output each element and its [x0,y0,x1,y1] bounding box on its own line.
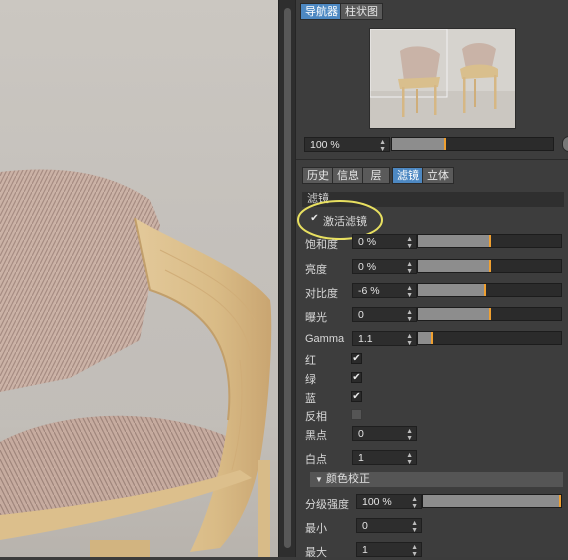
param-label: 饱和度 [305,239,338,251]
stepper-icon[interactable]: ▲ ▼ [406,284,413,299]
strength-slider-marker [559,495,561,507]
chair-render [0,169,278,557]
param-slider-fill [418,284,485,296]
param-slider-fill [418,235,490,247]
param-slider-marker [431,332,433,344]
channel-checkbox[interactable]: ✔ [351,372,362,383]
strength-slider-fill [423,495,559,507]
min-label: 最小 [305,523,327,535]
checkmark-icon: ✔ [352,353,361,364]
stepper-icon[interactable]: ▲ ▼ [411,519,418,534]
channel-checkbox[interactable] [351,409,362,420]
black-point-input[interactable]: 0 ▲ ▼ [352,426,417,442]
stepper-icon[interactable]: ▲ ▼ [411,495,418,510]
param-slider-marker [489,308,491,320]
right-panel: 导航器 柱状图 100 % ▲ ▼ 历史 信息 层 滤镜 立体 滤镜 ✔ 激活滤… [296,0,568,559]
tab-info[interactable]: 信息 [332,167,364,184]
channel-label: 绿 [305,374,316,386]
param-input[interactable]: 0 % ▲ ▼ [352,259,417,275]
param-value: -6 % [358,285,380,297]
stepper-icon[interactable]: ▲ ▼ [411,543,418,558]
tab-layers[interactable]: 层 [362,167,390,184]
param-input[interactable]: 1.1 ▲ ▼ [352,331,417,347]
param-value: 0 % [358,261,377,273]
render-viewport[interactable] [0,0,278,557]
max-label: 最大 [305,547,327,559]
black-point-value: 0 [358,428,364,440]
param-slider-fill [418,332,432,344]
zoom-slider-fill [392,138,444,150]
strength-input[interactable]: 100 % ▲ ▼ [356,494,422,510]
black-point-label: 黑点 [305,430,327,442]
zoom-input[interactable]: 100 % ▲ ▼ [304,137,390,153]
param-slider[interactable] [417,259,562,273]
max-value: 1 [362,544,368,556]
param-slider-marker [489,260,491,272]
divider-line [296,159,568,160]
strength-slider[interactable] [422,494,562,508]
strength-value: 100 % [362,496,392,508]
channel-label: 红 [305,355,316,367]
checkmark-icon: ✔ [352,372,361,383]
stepper-icon[interactable]: ▲ ▼ [406,308,413,323]
param-input[interactable]: -6 % ▲ ▼ [352,283,417,299]
checkmark-icon: ✔ [352,391,361,402]
channel-label: 反相 [305,411,327,423]
zoom-slider[interactable] [391,137,554,151]
zoom-options-button[interactable] [562,136,568,152]
white-point-input[interactable]: 1 ▲ ▼ [352,450,417,466]
max-input[interactable]: 1 ▲ ▼ [356,542,422,558]
param-slider-marker [484,284,486,296]
min-input[interactable]: 0 ▲ ▼ [356,518,422,534]
param-value: 0 % [358,236,377,248]
tab-histogram[interactable]: 柱状图 [340,3,383,20]
zoom-slider-marker [444,138,446,150]
white-point-value: 1 [358,452,364,464]
param-slider[interactable] [417,283,562,297]
param-slider-marker [489,235,491,247]
param-input[interactable]: 0 % ▲ ▼ [352,234,417,250]
param-slider-fill [418,308,490,320]
stepper-icon[interactable]: ▲ ▼ [406,235,413,250]
vertical-scrollbar[interactable] [284,8,291,548]
tab-stereo[interactable]: 立体 [422,167,454,184]
navigator-preview[interactable] [369,28,516,129]
param-input[interactable]: 0 ▲ ▼ [352,307,417,323]
tab-navigator[interactable]: 导航器 [300,3,343,20]
panel-splitter[interactable] [278,0,296,557]
navigator-thumbnail [370,29,515,128]
param-value: 1.1 [358,333,373,345]
channel-checkbox[interactable]: ✔ [351,353,362,364]
param-slider-fill [418,260,490,272]
param-value: 0 [358,309,364,321]
stepper-icon[interactable]: ▲ ▼ [406,260,413,275]
stepper-icon[interactable]: ▲ ▼ [406,332,413,347]
channel-checkbox[interactable]: ✔ [351,391,362,402]
zoom-value: 100 % [310,139,340,151]
channel-label: 蓝 [305,393,316,405]
color-correction-header[interactable]: ▼ 颜色校正 [310,472,563,487]
min-value: 0 [362,520,368,532]
tab-filter[interactable]: 滤镜 [392,167,424,184]
param-label: 对比度 [305,288,338,300]
param-slider[interactable] [417,331,562,345]
param-slider[interactable] [417,234,562,248]
param-slider[interactable] [417,307,562,321]
tab-history[interactable]: 历史 [302,167,334,184]
collapse-triangle-icon: ▼ [315,475,323,484]
white-point-label: 白点 [305,454,327,466]
param-label: 曝光 [305,312,327,324]
stepper-icon[interactable]: ▲ ▼ [406,451,413,466]
param-label: 亮度 [305,264,327,276]
color-correction-title: 颜色校正 [325,473,370,485]
param-label: Gamma [305,333,345,345]
strength-label: 分级强度 [305,499,349,511]
stepper-icon[interactable]: ▲ ▼ [406,427,413,442]
zoom-stepper-icon[interactable]: ▲ ▼ [379,138,386,153]
